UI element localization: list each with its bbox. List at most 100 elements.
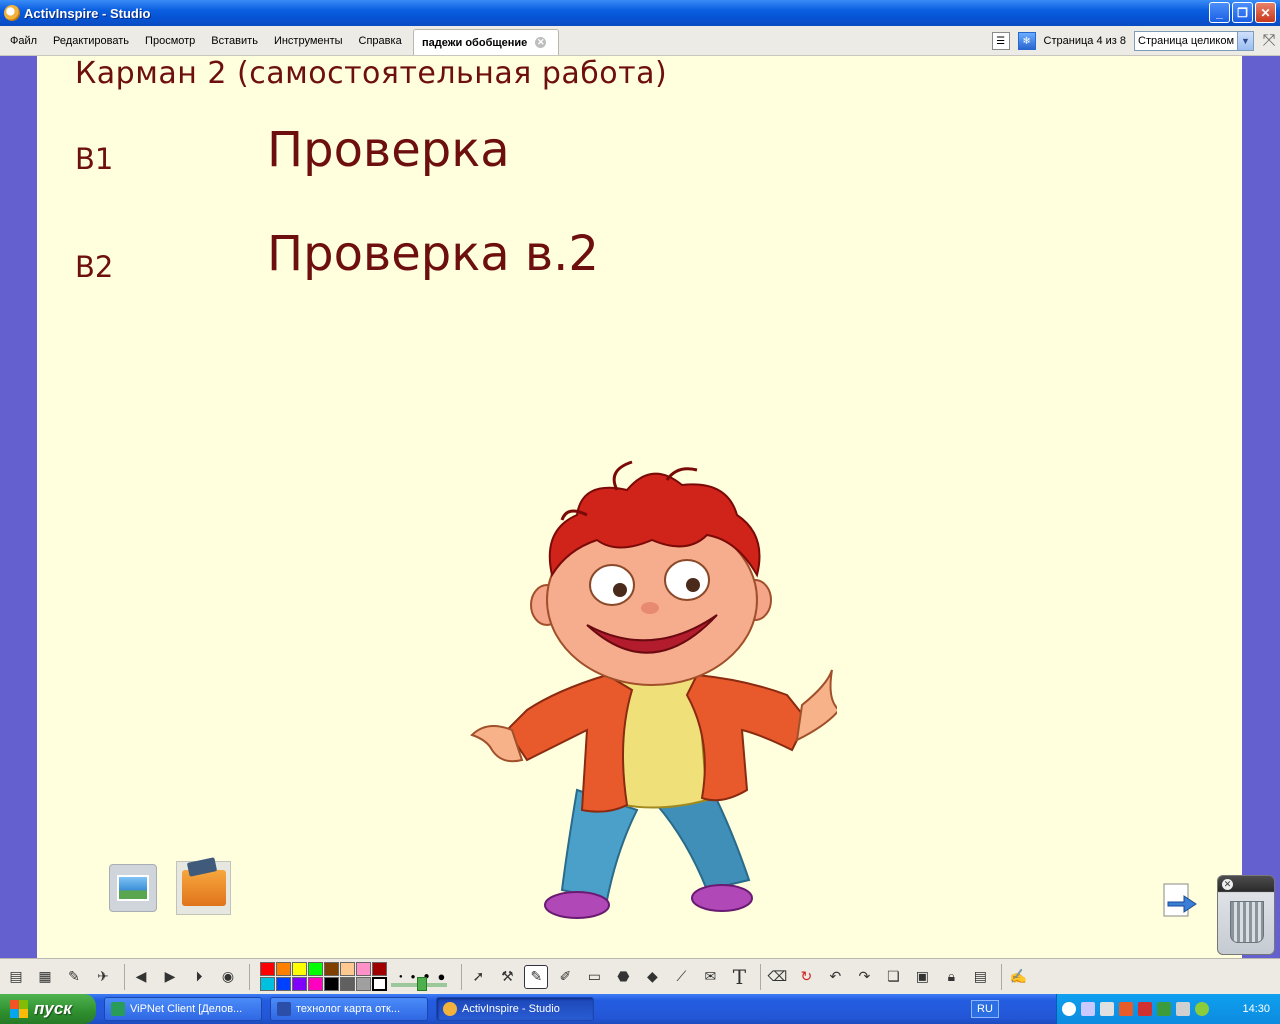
lock-icon[interactable]: 🔒︎ xyxy=(939,965,963,989)
label-b2: В2 xyxy=(75,250,114,284)
slider-handle[interactable] xyxy=(417,976,428,991)
menu-help[interactable]: Справка xyxy=(351,35,410,47)
color-swatch[interactable] xyxy=(292,962,307,976)
eraser-icon[interactable]: ▭ xyxy=(582,965,606,989)
slide-title: Карман 2 (самостоятельная работа) xyxy=(75,56,668,91)
next-page-icon[interactable] xyxy=(1160,882,1200,922)
reset-page-icon[interactable]: ↻ xyxy=(794,965,818,989)
trash-close-icon[interactable]: ✕ xyxy=(1222,879,1233,890)
color-swatch[interactable] xyxy=(292,977,307,991)
next-page-toolbar-icon[interactable]: ▶ xyxy=(158,965,182,989)
vipnet-icon xyxy=(111,1002,125,1016)
label-b1: В1 xyxy=(75,142,114,176)
undo-icon[interactable]: ↶ xyxy=(823,965,847,989)
minimize-button[interactable]: _ xyxy=(1209,2,1230,23)
desktop-tools-icon[interactable]: ✈ xyxy=(91,965,115,989)
search-icon[interactable] xyxy=(1100,1002,1114,1016)
color-swatch[interactable] xyxy=(356,977,371,991)
menu-view[interactable]: Просмотр xyxy=(137,35,203,47)
color-swatch[interactable] xyxy=(372,962,387,976)
close-button[interactable]: ✕ xyxy=(1255,2,1276,23)
connection-icon[interactable] xyxy=(1157,1002,1171,1016)
color-swatch[interactable] xyxy=(356,962,371,976)
fill-icon[interactable]: ⬣ xyxy=(611,965,635,989)
security-icon[interactable] xyxy=(1138,1002,1152,1016)
windows-logo-icon xyxy=(10,1000,28,1018)
redo-icon[interactable]: ↷ xyxy=(852,965,876,989)
web-browser-icon[interactable]: ◉ xyxy=(216,965,240,989)
highlighter-icon[interactable]: ✐ xyxy=(553,965,577,989)
toolbar-divider xyxy=(249,963,250,990)
color-swatch[interactable] xyxy=(308,962,323,976)
tab-document-label: падежи обобщение xyxy=(422,36,528,49)
previous-page-icon[interactable]: ◀ xyxy=(129,965,153,989)
word-icon xyxy=(277,1002,291,1016)
camera-icon[interactable]: ▣ xyxy=(910,965,934,989)
volume-icon[interactable] xyxy=(1176,1002,1190,1016)
menu-insert[interactable]: Вставить xyxy=(203,35,266,47)
shield-icon[interactable] xyxy=(1195,1002,1209,1016)
color-palette xyxy=(260,962,387,991)
menu-edit[interactable]: Редактировать xyxy=(45,35,137,47)
color-swatch[interactable] xyxy=(308,977,323,991)
width-small-icon[interactable]: ● xyxy=(399,974,403,980)
start-button[interactable]: пуск xyxy=(0,994,96,1024)
text-icon[interactable]: T xyxy=(727,965,751,989)
zoom-select[interactable]: Страница целиком ▼ xyxy=(1134,31,1254,51)
menu-bar: Файл Редактировать Просмотр Вставить Инс… xyxy=(0,26,1280,56)
color-swatch[interactable] xyxy=(260,962,275,976)
page-browser-icon[interactable]: ☰ xyxy=(991,32,1010,50)
snowflake-icon[interactable]: ❄ xyxy=(1017,32,1036,50)
color-swatch[interactable] xyxy=(340,962,355,976)
check-link-b1[interactable]: Проверка xyxy=(267,122,510,178)
menu-file[interactable]: Файл xyxy=(0,35,45,47)
pen-width-slider[interactable] xyxy=(391,976,448,991)
shape-icon[interactable]: ◆ xyxy=(640,965,664,989)
clear-icon[interactable]: ⌫ xyxy=(765,965,789,989)
fullscreen-icon[interactable]: ⤧ xyxy=(1258,30,1280,52)
media-toolbox-button[interactable] xyxy=(176,861,231,915)
color-swatch[interactable] xyxy=(324,977,339,991)
task-label: ViPNet Client [Делов... xyxy=(130,1003,243,1015)
menu-tools[interactable]: Инструменты xyxy=(266,35,351,47)
trash-bin[interactable]: ✕ xyxy=(1217,875,1275,955)
flipchart-browser-icon[interactable]: ▦ xyxy=(33,965,57,989)
pen-icon[interactable]: ✎ xyxy=(524,964,549,989)
keyboard-icon[interactable] xyxy=(1081,1002,1095,1016)
main-menu-icon[interactable]: ▤ xyxy=(4,965,28,989)
select-icon[interactable]: ➚ xyxy=(466,965,490,989)
toolbar-divider xyxy=(760,963,762,990)
color-swatch[interactable] xyxy=(372,977,387,991)
tools-icon[interactable]: ⚒ xyxy=(495,965,519,989)
connector-icon[interactable]: ⟋ xyxy=(669,965,693,989)
task-label: ActivInspire - Studio xyxy=(462,1003,560,1015)
tray-expand-icon[interactable] xyxy=(1062,1002,1076,1016)
activinspire-app-icon xyxy=(4,5,20,21)
color-swatch[interactable] xyxy=(324,962,339,976)
check-link-b2[interactable]: Проверка в.2 xyxy=(267,226,599,282)
language-indicator[interactable]: RU xyxy=(971,1000,999,1018)
play-icon[interactable]: ⏵ xyxy=(187,965,211,989)
desktop-annotate-icon[interactable]: ✎ xyxy=(62,965,86,989)
clipart-icon[interactable]: ✉ xyxy=(698,965,722,989)
width-medium-icon[interactable]: ● xyxy=(411,972,416,981)
task-vipnet[interactable]: ViPNet Client [Делов... xyxy=(104,997,262,1021)
tab-close-icon[interactable]: ✕ xyxy=(535,37,547,48)
task-activinspire[interactable]: ActivInspire - Studio xyxy=(436,997,594,1021)
window-controls: _ ❐ ✕ xyxy=(1209,2,1276,23)
color-swatch[interactable] xyxy=(276,962,291,976)
color-swatch[interactable] xyxy=(276,977,291,991)
color-swatch[interactable] xyxy=(340,977,355,991)
restore-button[interactable]: ❐ xyxy=(1232,2,1253,23)
task-word[interactable]: технолог карта отк... xyxy=(270,997,428,1021)
image-button[interactable] xyxy=(109,864,157,912)
tab-document[interactable]: падежи обобщение ✕ xyxy=(413,29,559,55)
chevron-down-icon[interactable]: ▼ xyxy=(1237,32,1253,50)
flipchart-canvas[interactable]: Карман 2 (самостоятельная работа) В1 Про… xyxy=(37,56,1275,958)
network-icon[interactable] xyxy=(1119,1002,1133,1016)
duplicate-icon[interactable]: ❏ xyxy=(881,965,905,989)
page-notes-icon[interactable]: ▤ xyxy=(968,965,992,989)
toolbox-settings-icon[interactable]: ✍ xyxy=(1006,965,1030,989)
window-titlebar[interactable]: ActivInspire - Studio _ ❐ ✕ xyxy=(0,0,1280,26)
color-swatch[interactable] xyxy=(260,977,275,991)
